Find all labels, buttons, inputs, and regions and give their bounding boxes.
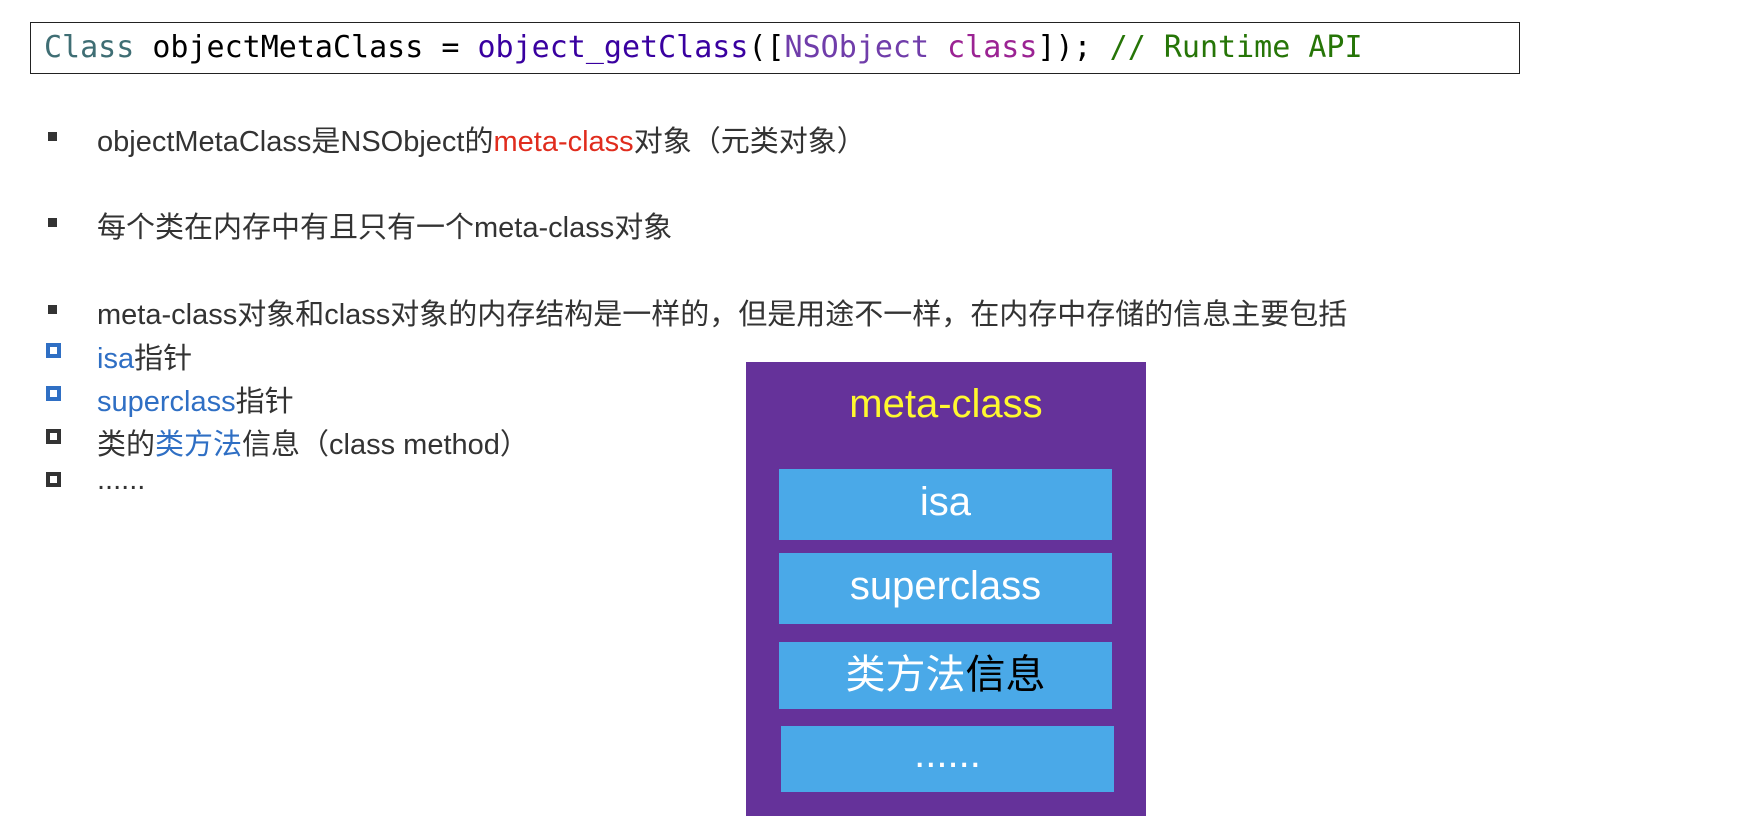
- sub-item-class-method-prefix: 类的: [97, 429, 156, 461]
- code-function-name: object_getClass: [477, 30, 749, 65]
- cell-class-methods: 类方法信息: [779, 642, 1112, 709]
- sub-item-isa-highlight: isa: [97, 343, 135, 375]
- sub-item-class-method: 类的类方法信息（class method）: [97, 421, 529, 463]
- code-type-keyword: Class: [44, 30, 135, 65]
- cell-class-methods-label: 类方法: [845, 653, 966, 697]
- cell-more: ......: [781, 726, 1114, 792]
- code-close-bracket: ]);: [1037, 30, 1110, 65]
- code-variable-assignment: objectMetaClass =: [134, 30, 478, 65]
- code-class-name: NSObject: [784, 30, 930, 65]
- meta-class-title: meta-class: [849, 382, 1043, 426]
- sub-item-isa: isa指针: [97, 335, 192, 377]
- bullet-marker-1: [48, 132, 57, 141]
- code-open-bracket: ([: [748, 30, 785, 65]
- sub-item-class-method-suffix: 信息（class method）: [242, 429, 529, 461]
- sub-item-isa-suffix: 指针: [134, 343, 193, 375]
- cell-class-methods-info: 信息: [965, 653, 1046, 697]
- code-comment: // Runtime API: [1109, 30, 1363, 65]
- bullet-1-prefix: objectMetaClass是NSObject的: [97, 126, 494, 158]
- meta-class-diagram: meta-class isa superclass 类方法信息 ......: [746, 362, 1146, 816]
- bullet-2: 每个类在内存中有且只有一个meta-class对象: [97, 212, 673, 244]
- bullet-1-suffix: 对象（元类对象）: [633, 126, 866, 158]
- sub-item-superclass-highlight: superclass: [97, 386, 236, 418]
- checkbox-marker-superclass: [46, 386, 61, 401]
- bullet-marker-3: [48, 305, 57, 314]
- checkbox-marker-more: [46, 472, 61, 487]
- bullet-1-highlight: meta-class: [493, 126, 634, 158]
- sub-item-more: ......: [97, 464, 146, 496]
- bullet-3: meta-class对象和class对象的内存结构是一样的，但是用途不一样，在内…: [97, 299, 1348, 331]
- bullet-marker-2: [48, 218, 57, 227]
- sub-item-class-method-highlight: 类方法: [155, 429, 243, 461]
- cell-superclass: superclass: [779, 553, 1112, 624]
- cell-isa: isa: [779, 469, 1112, 540]
- sub-item-superclass-suffix: 指针: [235, 386, 294, 418]
- bullet-1: objectMetaClass是NSObject的meta-class对象（元类…: [97, 118, 866, 160]
- code-snippet: Class objectMetaClass = object_getClass(…: [30, 22, 1520, 74]
- checkbox-marker-isa: [46, 343, 61, 358]
- code-class-keyword: class: [947, 30, 1038, 65]
- sub-item-superclass: superclass指针: [97, 378, 294, 420]
- checkbox-marker-class-method: [46, 429, 61, 444]
